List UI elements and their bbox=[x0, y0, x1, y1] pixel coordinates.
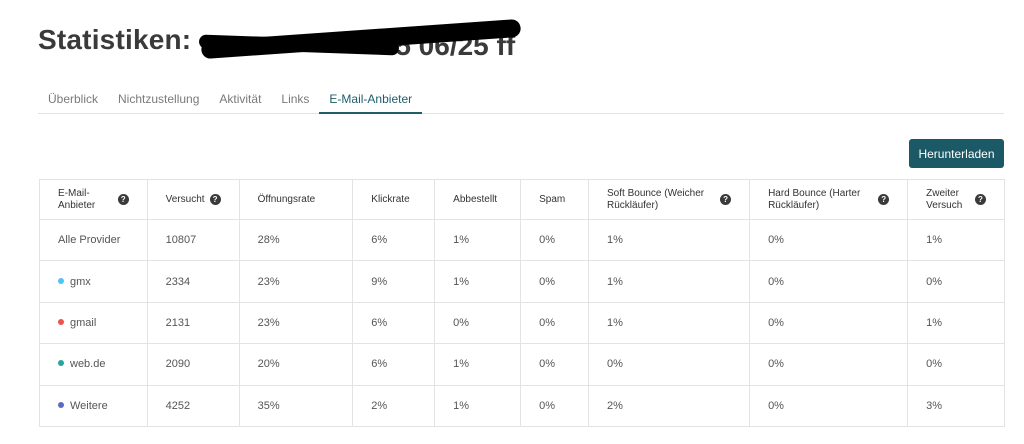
question-circle-icon[interactable]: ? bbox=[117, 194, 129, 205]
page-title: Statistiken: bbox=[38, 24, 192, 55]
question-circle-icon[interactable]: ? bbox=[975, 194, 986, 205]
table-row: gmx 2334 23% 9% 1% 0% 1% 0% 0% bbox=[39, 260, 1005, 303]
column-header-label: Hard Bounce (Harter Rückläufer) bbox=[768, 187, 861, 211]
provider-cell: gmx bbox=[39, 260, 148, 303]
column-header-label: Abbestellt bbox=[453, 193, 498, 205]
provider-cell: Weitere bbox=[39, 384, 148, 427]
zweiter-versuch-cell: 1% bbox=[907, 301, 1005, 345]
column-header-label: Versucht bbox=[165, 193, 205, 205]
column-header: Versucht? bbox=[146, 179, 240, 220]
provider-cell: Alle Provider bbox=[39, 218, 148, 262]
versucht-cell: 4252 bbox=[146, 384, 240, 427]
column-header: Öffnungsrate bbox=[238, 179, 354, 220]
versucht-cell: 2090 bbox=[146, 343, 240, 386]
provider-label: Weitere bbox=[70, 399, 108, 412]
klickrate-cell: 2% bbox=[352, 384, 436, 427]
klickrate-cell: 6% bbox=[352, 301, 436, 345]
provider-label: web.de bbox=[70, 358, 106, 371]
tab-email-anbieter[interactable]: E-Mail-Anbieter bbox=[319, 86, 423, 114]
klickrate-cell: 6% bbox=[352, 218, 436, 262]
tab-ueberblick[interactable]: Überblick bbox=[38, 86, 108, 114]
oeffnungsrate-cell: 23% bbox=[238, 301, 354, 345]
versucht-cell: 2334 bbox=[146, 260, 240, 303]
column-header-label: Spam bbox=[539, 193, 566, 205]
klickrate-cell: 6% bbox=[352, 343, 436, 386]
tab-links[interactable]: Links bbox=[271, 86, 319, 114]
column-header-label: E-Mail-Anbieter bbox=[58, 187, 96, 211]
oeffnungsrate-cell: 28% bbox=[238, 218, 354, 262]
tab-aktivitaet[interactable]: Aktivität bbox=[209, 86, 271, 114]
provider-label: gmail bbox=[70, 316, 97, 329]
soft-bounce-cell: 1% bbox=[588, 260, 751, 303]
table-row: Weitere 4252 35% 2% 1% 0% 2% 0% 3% bbox=[39, 384, 1005, 427]
table-row: gmail 2131 23% 6% 0% 0% 1% 0% 1% bbox=[39, 301, 1005, 345]
hard-bounce-cell: 0% bbox=[749, 384, 909, 427]
table-row: web.de 2090 20% 6% 1% 0% 0% 0% 0% bbox=[39, 343, 1005, 386]
hard-bounce-cell: 0% bbox=[749, 260, 909, 303]
provider-stats-table: E-Mail-Anbieter? Versucht? Öffnungsrate … bbox=[39, 179, 1005, 427]
provider-color-dot bbox=[58, 360, 64, 367]
soft-bounce-cell: 0% bbox=[588, 343, 751, 386]
spam-cell: 0% bbox=[520, 260, 590, 303]
oeffnungsrate-cell: 20% bbox=[238, 343, 354, 386]
provider-color-dot bbox=[58, 401, 64, 408]
column-header-label: Zweiter Versuch bbox=[926, 187, 963, 211]
tab-nichtzustellung[interactable]: Nichtzustellung bbox=[108, 86, 209, 114]
column-header: E-Mail-Anbieter? bbox=[39, 179, 148, 220]
download-button[interactable]: Herunterladen bbox=[909, 139, 1004, 168]
hard-bounce-cell: 0% bbox=[749, 301, 909, 345]
column-header-label: Öffnungsrate bbox=[257, 193, 316, 205]
oeffnungsrate-cell: 35% bbox=[238, 384, 354, 427]
provider-cell: web.de bbox=[39, 343, 148, 386]
page-header: Statistiken: 5 06/25 ff bbox=[38, 18, 525, 61]
klickrate-cell: 9% bbox=[352, 260, 436, 303]
question-circle-icon[interactable]: ? bbox=[878, 194, 890, 205]
question-circle-icon[interactable]: ? bbox=[720, 194, 732, 205]
provider-cell: gmail bbox=[39, 301, 148, 345]
abbestellt-cell: 1% bbox=[434, 384, 522, 427]
abbestellt-cell: 1% bbox=[434, 260, 522, 303]
spam-cell: 0% bbox=[520, 218, 590, 262]
column-header: Spam bbox=[520, 179, 590, 220]
column-header: Soft Bounce (Weicher Rückläufer)? bbox=[588, 179, 751, 220]
redaction-mark: 5 06/25 ff bbox=[195, 18, 525, 61]
spam-cell: 0% bbox=[520, 301, 590, 345]
abbestellt-cell: 0% bbox=[434, 301, 522, 345]
tab-bar: Überblick Nichtzustellung Aktivität Link… bbox=[38, 86, 1004, 114]
column-header: Zweiter Versuch? bbox=[907, 179, 1005, 220]
zweiter-versuch-cell: 0% bbox=[907, 343, 1005, 386]
column-header: Hard Bounce (Harter Rückläufer)? bbox=[749, 179, 909, 220]
abbestellt-cell: 1% bbox=[434, 218, 522, 262]
column-header: Klickrate bbox=[352, 179, 436, 220]
zweiter-versuch-cell: 3% bbox=[907, 384, 1005, 427]
column-header-label: Klickrate bbox=[371, 193, 410, 205]
provider-color-dot bbox=[58, 277, 64, 284]
question-circle-icon[interactable]: ? bbox=[209, 194, 221, 205]
versucht-cell: 10807 bbox=[146, 218, 240, 262]
hard-bounce-cell: 0% bbox=[749, 218, 909, 262]
versucht-cell: 2131 bbox=[146, 301, 240, 345]
provider-label: gmx bbox=[70, 275, 91, 288]
oeffnungsrate-cell: 23% bbox=[238, 260, 354, 303]
zweiter-versuch-cell: 1% bbox=[907, 218, 1005, 262]
table-row: Alle Provider 10807 28% 6% 1% 0% 1% 0% 1… bbox=[39, 218, 1005, 262]
provider-color-dot bbox=[58, 319, 64, 326]
abbestellt-cell: 1% bbox=[434, 343, 522, 386]
spam-cell: 0% bbox=[520, 384, 590, 427]
soft-bounce-cell: 1% bbox=[588, 301, 751, 345]
column-header-label: Soft Bounce (Weicher Rückläufer) bbox=[607, 187, 705, 211]
spam-cell: 0% bbox=[520, 343, 590, 386]
soft-bounce-cell: 1% bbox=[588, 218, 751, 262]
zweiter-versuch-cell: 0% bbox=[907, 260, 1005, 303]
soft-bounce-cell: 2% bbox=[588, 384, 751, 427]
column-header: Abbestellt bbox=[434, 179, 522, 220]
hard-bounce-cell: 0% bbox=[749, 343, 909, 386]
table-header-row: E-Mail-Anbieter? Versucht? Öffnungsrate … bbox=[39, 179, 1005, 220]
